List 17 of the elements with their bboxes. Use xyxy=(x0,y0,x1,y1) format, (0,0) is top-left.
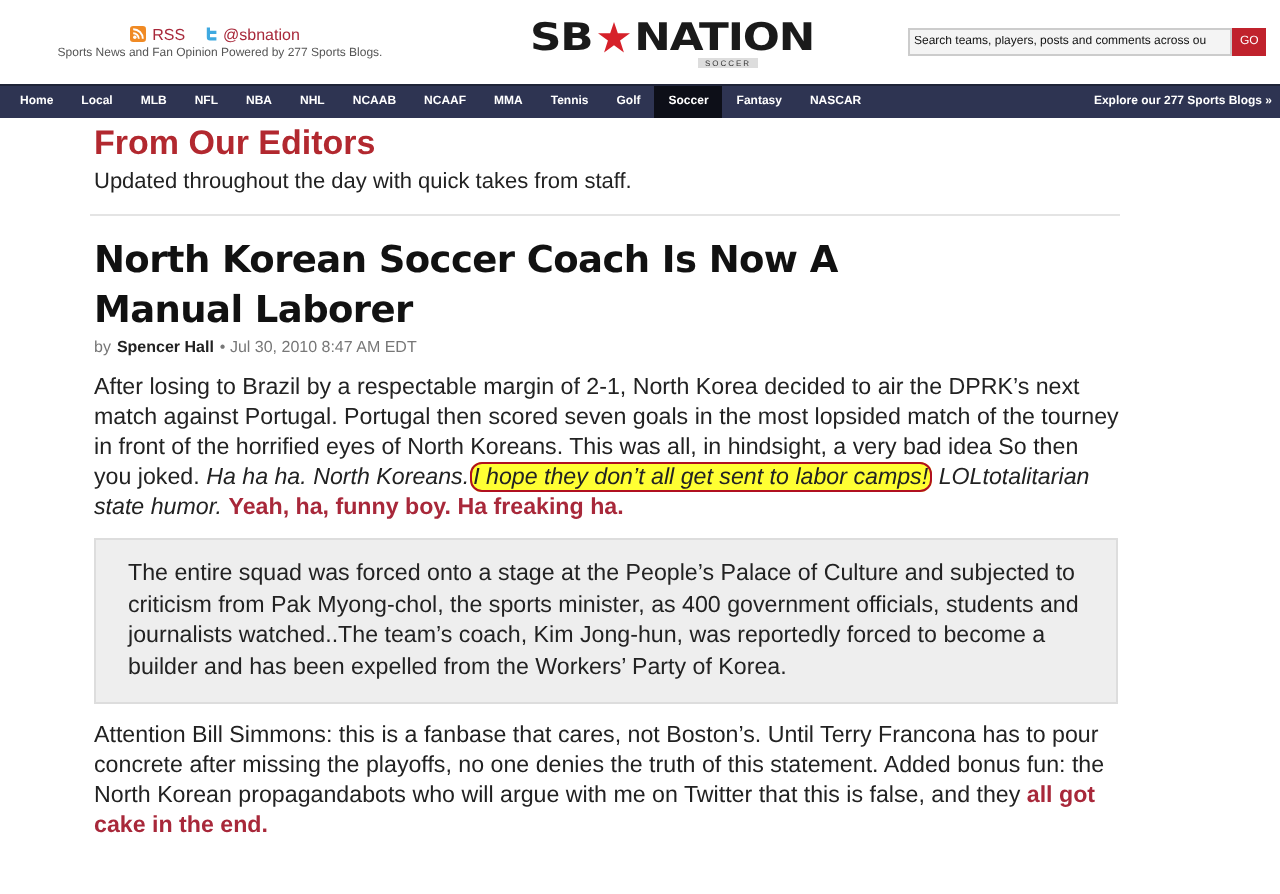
author-link[interactable]: Spencer Hall xyxy=(116,338,214,356)
block-quote: The entire squad was forced onto a stage at the People’s Palace of Culture and subjected to criticism from Pak Myong-chol, the sports minister, as 400 government officials, students and journalists watched..The team’s coach, Kim Jong-hun, was reportedly forced to become a builder and has been expelled from the Workers’ Party of Korea. xyxy=(94,538,1118,704)
article-paragraph: Attention Bill Simmons: this is a fanbase that cares, not Boston’s. Until Terry Francona has to pour concrete after missing the playoffs, no one denies the truth of this statement. Added bonus fun: the North Korean propagandabots who will argue with me on Twitter that this is false, and they all got cake in the end. xyxy=(94,720,1107,840)
byline-prefix: by xyxy=(94,338,111,356)
rss-icon[interactable] xyxy=(130,26,147,42)
logo-text: SB xyxy=(529,17,592,57)
bird-icon[interactable] xyxy=(201,26,218,42)
highlighted-quote: I hope they don’t all get sent to labor camps! xyxy=(469,462,933,492)
star-icon xyxy=(597,21,630,53)
section-subtitle: Updated throughout the day with quick takes from staff. xyxy=(94,170,634,196)
twitter-link[interactable]: @sbnation xyxy=(223,25,300,43)
section-title: From Our Editors xyxy=(94,122,378,166)
article-paragraph: After losing to Brazil by a respectable margin of 2-1, North Korea decided to air the DPRK’s next match against Portugal. Portugal then scored seven goals in the most lopsided match of the tourney in front of the horrified eyes of North Koreans. This was all, in hindsight, a very bad idea So then you joked. Ha ha ha. North Koreans. I hope they don’t all get sent to labor camps! LOLtotalitarian state humor. Yeah, ha, funny boy. Ha freaking ha. xyxy=(94,372,1121,522)
article-headline: North Korean Soccer Coach Is Now A Manual Laborer xyxy=(94,238,840,336)
rss-link[interactable]: RSS xyxy=(152,25,186,43)
byline-date: • Jul 30, 2010 8:47 AM EDT xyxy=(219,338,417,356)
logo-text: NATION xyxy=(634,17,815,57)
